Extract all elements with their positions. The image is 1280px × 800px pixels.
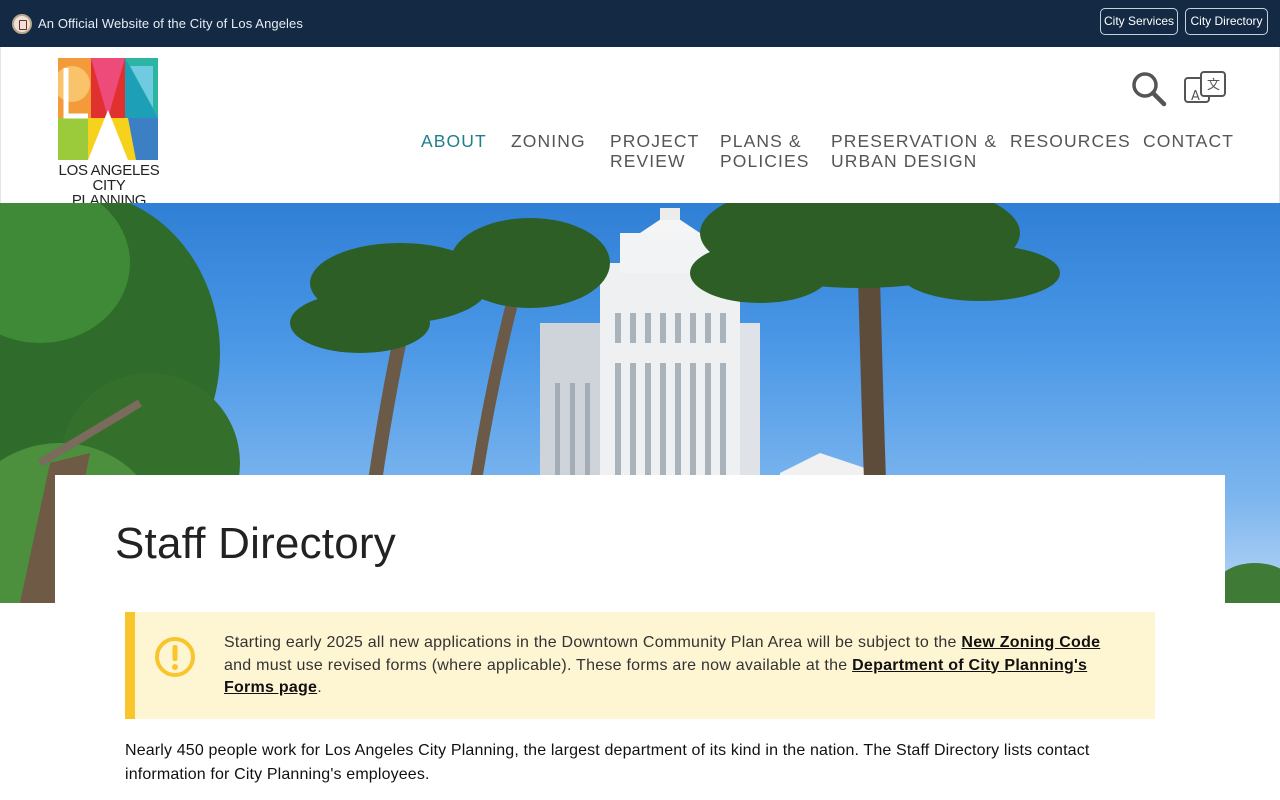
new-zoning-code-link[interactable]: New Zoning Code <box>961 634 1100 651</box>
nav-project-review[interactable]: PROJECT REVIEW <box>610 131 699 171</box>
nav-about[interactable]: ABOUT <box>421 131 487 151</box>
nav-zoning-label: ZONING <box>511 131 586 151</box>
nav-plans-policies[interactable]: PLANS & POLICIES <box>720 131 810 171</box>
nav-preservation-line2: URBAN DESIGN <box>831 151 978 171</box>
nav-preservation-line1: PRESERVATION & <box>831 131 998 151</box>
nav-resources-label: RESOURCES <box>1010 131 1131 151</box>
search-icon[interactable] <box>1131 71 1167 107</box>
nav-contact-label: CONTACT <box>1143 131 1234 151</box>
notice-text-after: . <box>317 679 322 696</box>
city-directory-button[interactable]: City Directory <box>1185 8 1268 35</box>
official-banner: An Official Website of the City of Los A… <box>0 0 1280 47</box>
la-city-planning-logo[interactable]: LOS ANGELES CITY PLANNING <box>57 57 161 208</box>
notice-text-middle: and must use revised forms (where applic… <box>224 656 853 674</box>
nav-zoning[interactable]: ZONING <box>511 131 586 151</box>
city-services-button[interactable]: City Services <box>1100 8 1178 35</box>
page-title: Staff Directory <box>115 519 396 568</box>
nav-about-label: ABOUT <box>421 131 487 151</box>
site-header: LOS ANGELES CITY PLANNING A 文 ABOUT ZONI… <box>0 47 1280 208</box>
svg-text:A: A <box>1191 89 1200 104</box>
logo-wordmark: LOS ANGELES CITY PLANNING <box>57 163 161 208</box>
exclamation-circle-icon <box>154 636 196 678</box>
logo-line-1: LOS ANGELES <box>58 162 160 179</box>
page-title-card: Staff Directory <box>55 475 1225 603</box>
nav-plans-policies-line1: PLANS & <box>720 131 802 151</box>
nav-resources[interactable]: RESOURCES <box>1010 131 1131 151</box>
nav-preservation-urban-design[interactable]: PRESERVATION & URBAN DESIGN <box>831 131 997 171</box>
nav-contact[interactable]: CONTACT <box>1143 131 1234 151</box>
city-seal-icon <box>12 14 32 34</box>
translate-icon[interactable]: A 文 <box>1183 70 1227 106</box>
official-website-text: An Official Website of the City of Los A… <box>38 16 303 31</box>
intro-paragraph: Nearly 450 people work for Los Angeles C… <box>125 742 1090 783</box>
nav-plans-policies-line2: POLICIES <box>720 151 810 171</box>
nav-project-review-line1: PROJECT <box>610 131 700 151</box>
svg-text:文: 文 <box>1207 78 1220 93</box>
alert-notice: Starting early 2025 all new applications… <box>125 612 1155 719</box>
nav-project-review-line2: REVIEW <box>610 151 686 171</box>
logo-mark-icon <box>58 58 158 160</box>
notice-text-before: Starting early 2025 all new applications… <box>224 634 962 651</box>
notice-text: Starting early 2025 all new applications… <box>224 632 1104 700</box>
